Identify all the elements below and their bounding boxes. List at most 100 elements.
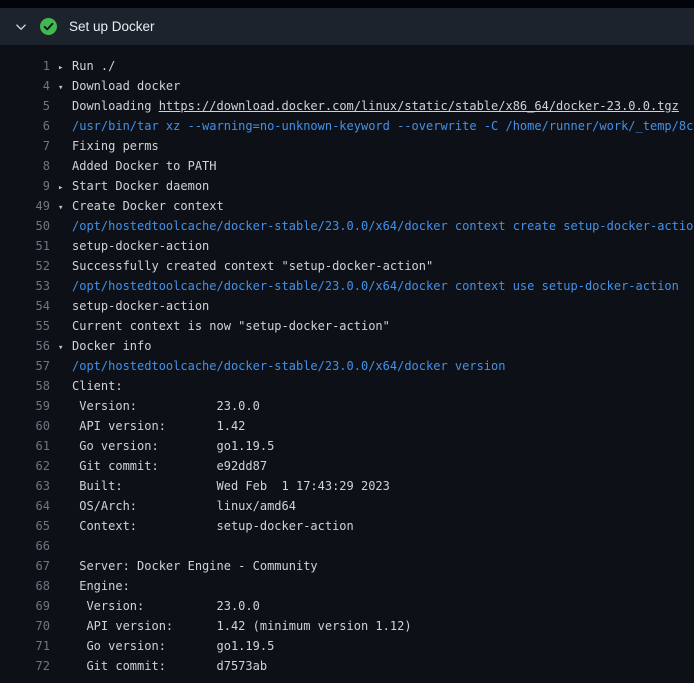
line-number[interactable]: 51 [0, 236, 50, 256]
group-title: Run ./ [72, 59, 115, 73]
line-content: API version: 1.42 (minimum version 1.12) [50, 616, 694, 636]
line-number[interactable]: 5 [0, 96, 50, 116]
line-number[interactable]: 52 [0, 256, 50, 276]
log-text: Context: setup-docker-action [72, 519, 354, 533]
log-text: Added Docker to PATH [72, 159, 217, 173]
line-number[interactable]: 71 [0, 636, 50, 656]
log-line: 55 Current context is now "setup-docker-a… [0, 316, 694, 336]
line-number[interactable]: 58 [0, 376, 50, 396]
line-content: Git commit: e92dd87 [50, 456, 694, 476]
log-text: /usr/bin/tar xz --warning=no-unknown-key… [72, 119, 694, 133]
line-number[interactable]: 1 [0, 56, 50, 76]
line-number[interactable]: 59 [0, 396, 50, 416]
log-line: 5Downloading https://download.docker.com… [0, 96, 694, 116]
log-line: 7 Fixing perms [0, 136, 694, 156]
line-content: Downloading https://download.docker.com/… [50, 96, 694, 116]
line-content: Client: [50, 376, 694, 396]
line-number[interactable]: 63 [0, 476, 50, 496]
line-content: Added Docker to PATH [50, 156, 694, 176]
line-content: Version: 23.0.0 [50, 396, 694, 416]
line-number[interactable]: 54 [0, 296, 50, 316]
step-header[interactable]: Set up Docker [0, 8, 694, 45]
line-content: ▾Create Docker context [50, 196, 694, 216]
log-link[interactable]: https://download.docker.com/linux/static… [159, 99, 679, 113]
line-content: setup-docker-action [50, 296, 694, 316]
line-number[interactable]: 70 [0, 616, 50, 636]
group-title: Download docker [72, 79, 180, 93]
log-text: Version: 23.0.0 [72, 599, 260, 613]
log-text: /opt/hostedtoolcache/docker-stable/23.0.… [72, 359, 505, 373]
chevron-expanded-icon: ▾ [58, 78, 72, 96]
log-text: Engine: [72, 579, 130, 593]
line-number[interactable]: 62 [0, 456, 50, 476]
line-content [50, 536, 694, 556]
line-content: Git commit: d7573ab [50, 656, 694, 676]
log-text: API version: 1.42 (minimum version 1.12) [72, 619, 412, 633]
log-group-line[interactable]: 49▾Create Docker context [0, 196, 694, 216]
line-number[interactable]: 61 [0, 436, 50, 456]
line-number[interactable]: 56 [0, 336, 50, 356]
line-number[interactable]: 49 [0, 196, 50, 216]
log-group-line[interactable]: 1▸Run ./ [0, 56, 694, 76]
log-lines: 1▸Run ./4▾Download docker5Downloading ht… [0, 56, 694, 676]
log-text: Client: [72, 379, 123, 393]
line-number[interactable]: 6 [0, 116, 50, 136]
log-line: 64 OS/Arch: linux/amd64 [0, 496, 694, 516]
line-content: Version: 23.0.0 [50, 596, 694, 616]
line-content: /usr/bin/tar xz --warning=no-unknown-key… [50, 116, 694, 136]
log-line: 50/opt/hostedtoolcache/docker-stable/23.… [0, 216, 694, 236]
log-line: 66 [0, 536, 694, 556]
line-number[interactable]: 66 [0, 536, 50, 556]
log-text: Version: 23.0.0 [72, 399, 260, 413]
line-number[interactable]: 67 [0, 556, 50, 576]
line-number[interactable]: 64 [0, 496, 50, 516]
log-text: /opt/hostedtoolcache/docker-stable/23.0.… [72, 219, 694, 233]
line-content: /opt/hostedtoolcache/docker-stable/23.0.… [50, 276, 694, 296]
log-text: Fixing perms [72, 139, 159, 153]
line-content: Fixing perms [50, 136, 694, 156]
line-number[interactable]: 7 [0, 136, 50, 156]
line-number[interactable]: 60 [0, 416, 50, 436]
line-number[interactable]: 65 [0, 516, 50, 536]
line-number[interactable]: 72 [0, 656, 50, 676]
line-content: Server: Docker Engine - Community [50, 556, 694, 576]
line-content: OS/Arch: linux/amd64 [50, 496, 694, 516]
line-content: setup-docker-action [50, 236, 694, 256]
line-number[interactable]: 68 [0, 576, 50, 596]
log-line: 62 Git commit: e92dd87 [0, 456, 694, 476]
step-title: Set up Docker [69, 19, 155, 34]
line-content: ▸Run ./ [50, 56, 694, 76]
log-line: 54setup-docker-action [0, 296, 694, 316]
log-line: 72 Git commit: d7573ab [0, 656, 694, 676]
log-line: 71 Go version: go1.19.5 [0, 636, 694, 656]
line-content: ▾Download docker [50, 76, 694, 96]
chevron-expanded-icon: ▾ [58, 198, 72, 216]
line-content: Go version: go1.19.5 [50, 636, 694, 656]
line-number[interactable]: 9 [0, 176, 50, 196]
line-number[interactable]: 8 [0, 156, 50, 176]
line-content: Successfully created context "setup-dock… [50, 256, 694, 276]
line-number[interactable]: 50 [0, 216, 50, 236]
line-content: ▸Start Docker daemon [50, 176, 694, 196]
log-text: /opt/hostedtoolcache/docker-stable/23.0.… [72, 279, 679, 293]
group-title: Create Docker context [72, 199, 224, 213]
success-check-icon [40, 18, 57, 35]
log-group-line[interactable]: 9▸Start Docker daemon [0, 176, 694, 196]
line-number[interactable]: 4 [0, 76, 50, 96]
log-line: 8 Added Docker to PATH [0, 156, 694, 176]
line-number[interactable]: 69 [0, 596, 50, 616]
line-content: ▾Docker info [50, 336, 694, 356]
line-number[interactable]: 53 [0, 276, 50, 296]
line-content: Current context is now "setup-docker-act… [50, 316, 694, 336]
log-group-line[interactable]: 56▾Docker info [0, 336, 694, 356]
line-content: Engine: [50, 576, 694, 596]
log-text: Current context is now "setup-docker-act… [72, 319, 390, 333]
line-content: Go version: go1.19.5 [50, 436, 694, 456]
line-number[interactable]: 55 [0, 316, 50, 336]
log-text: OS/Arch: linux/amd64 [72, 499, 296, 513]
chevron-collapsed-icon: ▸ [58, 178, 72, 196]
line-content: Built: Wed Feb 1 17:43:29 2023 [50, 476, 694, 496]
line-number[interactable]: 57 [0, 356, 50, 376]
line-content: API version: 1.42 [50, 416, 694, 436]
log-group-line[interactable]: 4▾Download docker [0, 76, 694, 96]
